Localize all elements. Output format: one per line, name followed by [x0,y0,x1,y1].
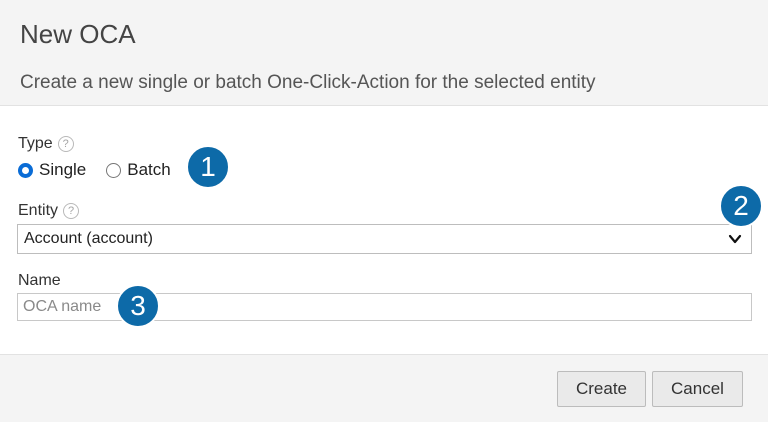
batch-radio-label: Batch [127,160,171,179]
dialog-subtitle: Create a new single or batch One-Click-A… [20,72,596,93]
create-button[interactable]: Create [557,371,646,407]
entity-label-row: Entity ? [18,202,80,220]
new-oca-dialog: New OCA Create a new single or batch One… [0,0,768,422]
type-single-option[interactable]: Single [18,160,86,180]
single-radio-label: Single [39,160,87,179]
callout-badge-2: 2 [719,184,763,228]
entity-help-icon[interactable]: ? [63,203,80,219]
type-radio-group: Single Batch [18,160,191,180]
entity-label: Entity [18,202,59,219]
batch-radio[interactable] [106,162,122,178]
type-label: Type [18,135,53,152]
type-help-icon[interactable]: ? [57,136,74,152]
dialog-header: New OCA Create a new single or batch One… [0,0,768,106]
dialog-footer: Create Cancel [0,354,768,422]
name-label: Name [18,272,61,289]
cancel-button[interactable]: Cancel [652,371,743,407]
callout-badge-3: 3 [116,284,160,328]
chevron-down-icon [728,234,742,244]
dialog-title: New OCA [20,19,136,49]
single-radio[interactable] [18,162,33,178]
type-batch-option[interactable]: Batch [106,160,171,180]
name-label-row: Name [18,272,61,290]
entity-select-value: Account (account) [24,230,153,247]
callout-badge-1: 1 [186,145,230,189]
type-label-row: Type ? [18,135,74,153]
entity-select[interactable]: Account (account) [17,224,752,254]
